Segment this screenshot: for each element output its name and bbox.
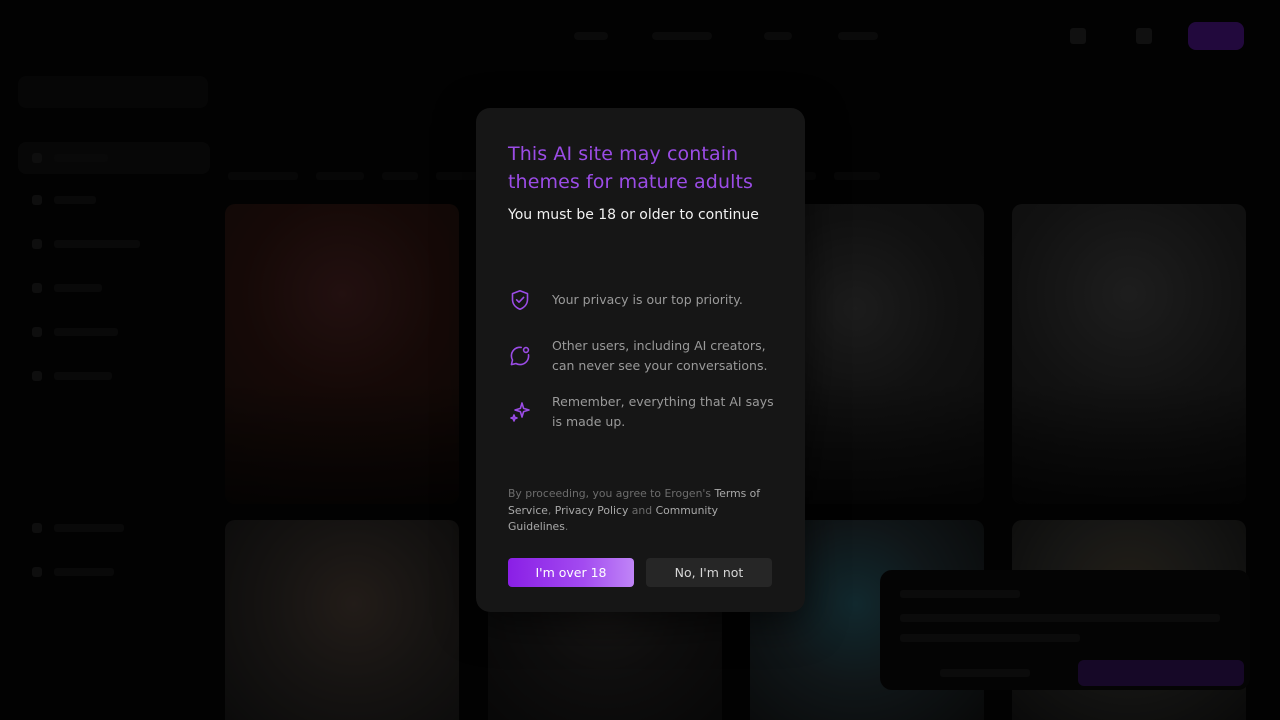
shield-check-icon [508, 288, 532, 312]
feature-text: Other users, including AI creators, can … [552, 338, 768, 373]
dialog-subtitle: You must be 18 or older to continue [508, 207, 759, 223]
legal-notice: By proceeding, you agree to Erogen's Ter… [508, 486, 776, 536]
legal-text: . [564, 520, 569, 534]
feature-item-conversations: Other users, including AI creators, can … [508, 336, 778, 376]
dialog-title: This AI site may contain themes for matu… [508, 143, 754, 193]
feature-text: Remember, everything that AI says is mad… [552, 394, 774, 429]
legal-text: By proceeding, you agree to Erogen's [508, 487, 715, 500]
decline-button[interactable]: No, I'm not [646, 558, 772, 587]
age-verification-dialog: This AI site may contain themes for matu… [476, 108, 805, 612]
feature-item-ai-disclaimer: Remember, everything that AI says is mad… [508, 392, 778, 432]
chat-bubble-icon [508, 344, 532, 368]
confirm-over-18-button[interactable]: I'm over 18 [508, 558, 634, 587]
legal-text: and [628, 503, 656, 517]
sparkles-icon [508, 400, 532, 424]
feature-text: Your privacy is our top priority. [552, 292, 743, 307]
privacy-policy-link[interactable]: Privacy Policy [555, 504, 629, 517]
legal-text: , [547, 503, 555, 517]
feature-item-privacy: Your privacy is our top priority. [508, 288, 778, 312]
